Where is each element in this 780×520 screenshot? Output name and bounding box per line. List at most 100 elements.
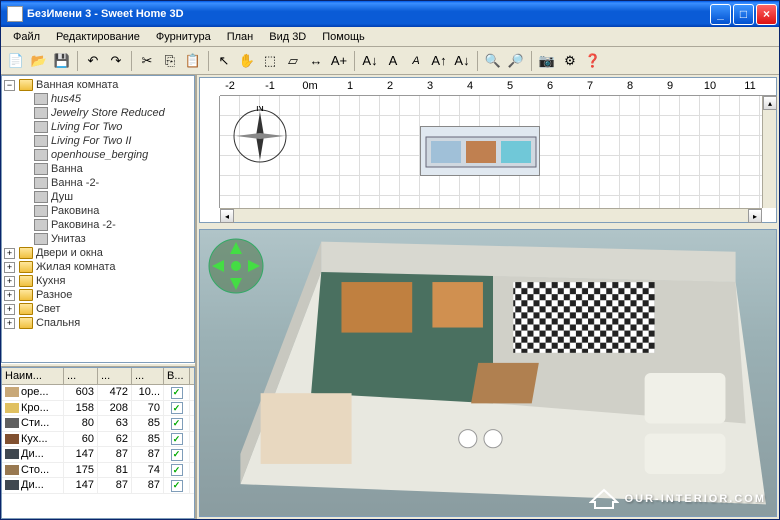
menu-view3d[interactable]: Вид 3D [261, 29, 314, 45]
tree-category[interactable]: +Спальня [4, 316, 192, 330]
catalog-tree[interactable]: − Ванная комната hus45Jewelry Store Redu… [1, 75, 195, 363]
menu-plan[interactable]: План [219, 29, 262, 45]
close-button[interactable]: × [756, 4, 777, 25]
paste-button[interactable]: 📋 [182, 50, 204, 72]
table-row[interactable]: Кро...15820870✓ [2, 401, 194, 417]
import-button[interactable]: A [382, 50, 404, 72]
vertical-ruler [200, 96, 220, 208]
table-row[interactable]: Ди...1478787✓ [2, 478, 194, 494]
help-button[interactable]: ❓ [582, 50, 604, 72]
col-height[interactable]: ... [132, 368, 164, 384]
app-icon [7, 6, 23, 22]
tree-item[interactable]: Ванна [4, 162, 192, 176]
scroll-up-button[interactable]: ▴ [763, 96, 777, 110]
horizontal-scrollbar[interactable]: ◂ ▸ [220, 208, 762, 222]
tree-item[interactable]: Ванна -2- [4, 176, 192, 190]
furniture-icon [34, 93, 48, 105]
open-file-button[interactable]: 📂 [28, 50, 50, 72]
col-width[interactable]: ... [64, 368, 98, 384]
plan-model[interactable] [420, 126, 540, 176]
compass-icon[interactable]: N [230, 106, 290, 166]
vertical-scrollbar[interactable]: ▴ [762, 96, 776, 208]
tree-item[interactable]: Living For Two [4, 120, 192, 134]
scroll-track[interactable] [234, 209, 748, 222]
visibility-checkbox[interactable]: ✓ [171, 449, 183, 461]
expand-icon[interactable]: + [4, 318, 15, 329]
increase-button[interactable]: A↑ [428, 50, 450, 72]
titlebar[interactable]: БезИмени 3 - Sweet Home 3D _ □ × [1, 1, 779, 27]
dimension-tool[interactable]: ↔ [305, 50, 327, 72]
expand-icon[interactable]: + [4, 248, 15, 259]
furniture-swatch-icon [5, 387, 19, 397]
menu-edit[interactable]: Редактирование [48, 29, 148, 45]
zoom-out-button[interactable]: 🔎 [505, 50, 527, 72]
table-row[interactable]: Сто...1758174✓ [2, 463, 194, 479]
table-row[interactable]: Кух...606285✓ [2, 432, 194, 448]
tree-item[interactable]: Jewelry Store Reduced [4, 106, 192, 120]
minimize-button[interactable]: _ [710, 4, 731, 25]
new-file-button[interactable]: 📄 [5, 50, 27, 72]
menu-furniture[interactable]: Фурнитура [148, 29, 219, 45]
tree-item[interactable]: hus45 [4, 92, 192, 106]
ruler-mark: -2 [225, 80, 235, 92]
scroll-right-button[interactable]: ▸ [748, 209, 762, 223]
collapse-icon[interactable]: − [4, 80, 15, 91]
italic-button[interactable]: A [405, 50, 427, 72]
col-visible[interactable]: В... [164, 368, 190, 384]
furniture-list[interactable]: Наим... ... ... ... В... оре...60347210.… [1, 367, 195, 519]
visibility-checkbox[interactable]: ✓ [171, 433, 183, 445]
plan-canvas[interactable]: N [220, 96, 762, 208]
expand-icon[interactable]: + [4, 262, 15, 273]
decrease-button[interactable]: A↓ [451, 50, 473, 72]
tree-item[interactable]: Раковина [4, 204, 192, 218]
tree-item[interactable]: Душ [4, 190, 192, 204]
visibility-checkbox[interactable]: ✓ [171, 480, 183, 492]
content-area: − Ванная комната hus45Jewelry Store Redu… [1, 75, 779, 519]
col-depth[interactable]: ... [98, 368, 132, 384]
add-furniture-button[interactable]: A↓ [359, 50, 381, 72]
expand-icon[interactable]: + [4, 304, 15, 315]
pointer-tool[interactable]: ↖ [213, 50, 235, 72]
copy-button[interactable]: ⎘ [159, 50, 181, 72]
camera-button[interactable]: 📷 [536, 50, 558, 72]
menu-file[interactable]: Файл [5, 29, 48, 45]
tree-item[interactable]: Раковина -2- [4, 218, 192, 232]
wall-tool[interactable]: ⬚ [259, 50, 281, 72]
redo-button[interactable]: ↷ [105, 50, 127, 72]
tree-category-root[interactable]: − Ванная комната [4, 78, 192, 92]
folder-icon [19, 261, 33, 273]
tree-item[interactable]: Living For Two II [4, 134, 192, 148]
maximize-button[interactable]: □ [733, 4, 754, 25]
scroll-left-button[interactable]: ◂ [220, 209, 234, 223]
visibility-checkbox[interactable]: ✓ [171, 402, 183, 414]
col-name[interactable]: Наим... [2, 368, 64, 384]
table-row[interactable]: Сти...806385✓ [2, 416, 194, 432]
3d-view[interactable]: OUR-INTERIOR.COM [199, 229, 777, 517]
tree-category[interactable]: +Разное [4, 288, 192, 302]
visibility-checkbox[interactable]: ✓ [171, 418, 183, 430]
tree-category[interactable]: +Двери и окна [4, 246, 192, 260]
table-row[interactable]: Ди...1478787✓ [2, 447, 194, 463]
svg-text:N: N [256, 106, 264, 114]
cut-button[interactable]: ✂ [136, 50, 158, 72]
visibility-checkbox[interactable]: ✓ [171, 464, 183, 476]
expand-icon[interactable]: + [4, 276, 15, 287]
tree-item[interactable]: openhouse_berging [4, 148, 192, 162]
table-row[interactable]: оре...60347210...✓ [2, 385, 194, 401]
visibility-checkbox[interactable]: ✓ [171, 387, 183, 399]
save-button[interactable]: 💾 [51, 50, 73, 72]
undo-button[interactable]: ↶ [82, 50, 104, 72]
menu-help[interactable]: Помощь [314, 29, 373, 45]
tree-category[interactable]: +Свет [4, 302, 192, 316]
room-tool[interactable]: ▱ [282, 50, 304, 72]
zoom-in-button[interactable]: 🔍 [482, 50, 504, 72]
preferences-button[interactable]: ⚙ [559, 50, 581, 72]
tree-item[interactable]: Унитаз [4, 232, 192, 246]
plan-view[interactable]: -2-10m1234567891011 N ▴ [199, 77, 777, 223]
tree-category[interactable]: +Жилая комната [4, 260, 192, 274]
expand-icon[interactable]: + [4, 290, 15, 301]
text-tool[interactable]: A+ [328, 50, 350, 72]
pan-tool[interactable]: ✋ [236, 50, 258, 72]
tree-category[interactable]: +Кухня [4, 274, 192, 288]
separator [131, 51, 132, 71]
